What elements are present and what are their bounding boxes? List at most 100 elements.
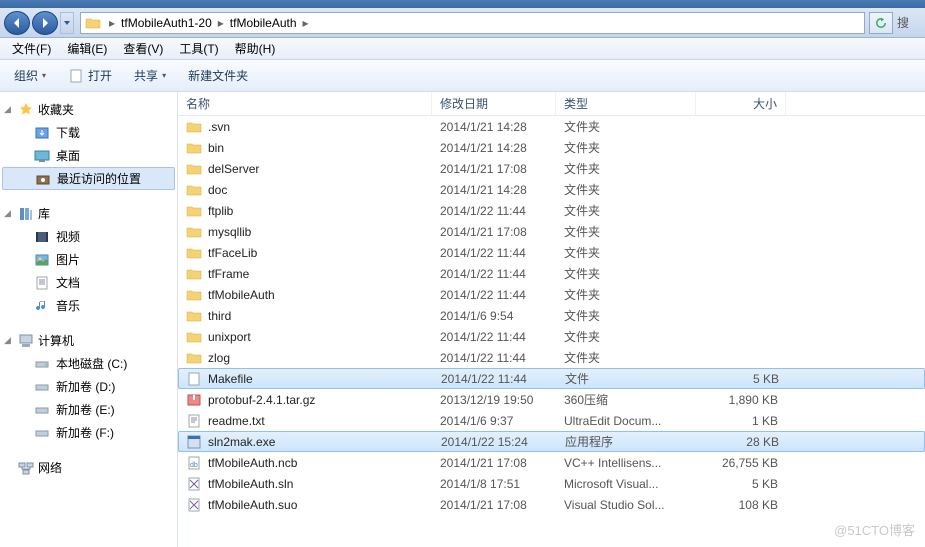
folder-icon	[186, 287, 202, 303]
nav-history-dropdown[interactable]	[60, 12, 74, 34]
file-row[interactable]: bin2014/1/21 14:28文件夹	[178, 137, 925, 158]
column-header-size[interactable]: 大小	[696, 92, 786, 115]
file-row[interactable]: protobuf-2.4.1.tar.gz2013/12/19 19:50360…	[178, 389, 925, 410]
share-button[interactable]: 共享▾	[128, 65, 172, 86]
menu-edit[interactable]: 编辑(E)	[61, 38, 113, 59]
chevron-down-icon: ▾	[42, 71, 46, 80]
sidebar-item-downloads[interactable]: 下载	[0, 121, 177, 144]
file-type: UltraEdit Docum...	[556, 414, 696, 428]
menu-tools[interactable]: 工具(T)	[173, 38, 224, 59]
file-name: tfMobileAuth	[208, 288, 275, 302]
sidebar-item-drive-d[interactable]: 新加卷 (D:)	[0, 375, 177, 398]
file-date: 2014/1/8 17:51	[432, 477, 556, 491]
folder-icon	[186, 308, 202, 324]
chevron-right-icon[interactable]: ▸	[299, 16, 313, 30]
breadcrumb-seg-1[interactable]: tfMobileAuth1-20	[119, 16, 214, 30]
file-name: unixport	[208, 330, 251, 344]
folder-icon	[186, 182, 202, 198]
sidebar-item-music[interactable]: 音乐	[0, 294, 177, 317]
sidebar-item-desktop[interactable]: 桌面	[0, 144, 177, 167]
file-type: 文件夹	[556, 223, 696, 240]
sidebar-item-drive-c[interactable]: 本地磁盘 (C:)	[0, 352, 177, 375]
file-row[interactable]: third2014/1/6 9:54文件夹	[178, 305, 925, 326]
music-icon	[34, 298, 50, 314]
file-row[interactable]: tfFaceLib2014/1/22 11:44文件夹	[178, 242, 925, 263]
address-bar[interactable]: ▸ tfMobileAuth1-20 ▸ tfMobileAuth ▸	[80, 12, 865, 34]
file-icon	[186, 371, 202, 387]
column-header-date[interactable]: 修改日期	[432, 92, 556, 115]
file-row[interactable]: ftplib2014/1/22 11:44文件夹	[178, 200, 925, 221]
desktop-icon	[34, 148, 50, 164]
file-row[interactable]: Makefile2014/1/22 11:44文件5 KB	[178, 368, 925, 389]
file-row[interactable]: unixport2014/1/22 11:44文件夹	[178, 326, 925, 347]
chevron-right-icon[interactable]: ▸	[105, 16, 119, 30]
menu-file[interactable]: 文件(F)	[6, 38, 57, 59]
refresh-button[interactable]	[869, 12, 893, 34]
file-row[interactable]: sln2mak.exe2014/1/22 15:24应用程序28 KB	[178, 431, 925, 452]
open-button[interactable]: 打开	[62, 65, 118, 86]
file-size: 108 KB	[696, 498, 786, 512]
sidebar-item-videos[interactable]: 视频	[0, 225, 177, 248]
menu-help[interactable]: 帮助(H)	[229, 38, 282, 59]
file-row[interactable]: tfMobileAuth2014/1/22 11:44文件夹	[178, 284, 925, 305]
sidebar-favorites-header[interactable]: ◢ 收藏夹	[0, 98, 177, 121]
refresh-icon	[875, 17, 887, 29]
command-bar: 组织▾ 打开 共享▾ 新建文件夹	[0, 60, 925, 92]
column-header-type[interactable]: 类型	[556, 92, 696, 115]
chevron-down-icon: ▾	[162, 71, 166, 80]
breadcrumb-seg-2[interactable]: tfMobileAuth	[228, 16, 299, 30]
sidebar-libraries-label: 库	[38, 205, 50, 222]
file-row[interactable]: mysqllib2014/1/21 17:08文件夹	[178, 221, 925, 242]
sln-icon	[186, 476, 202, 492]
exe-icon	[186, 434, 202, 450]
menu-view[interactable]: 查看(V)	[117, 38, 169, 59]
sidebar-item-documents[interactable]: 文档	[0, 271, 177, 294]
file-size: 5 KB	[696, 477, 786, 491]
new-folder-button[interactable]: 新建文件夹	[182, 65, 254, 86]
back-button[interactable]	[4, 11, 30, 35]
file-date: 2014/1/22 15:24	[433, 435, 557, 449]
file-row[interactable]: delServer2014/1/21 17:08文件夹	[178, 158, 925, 179]
file-row[interactable]: zlog2014/1/22 11:44文件夹	[178, 347, 925, 368]
file-row[interactable]: tfMobileAuth.suo2014/1/21 17:08Visual St…	[178, 494, 925, 515]
arrow-right-icon	[39, 17, 51, 29]
sidebar-item-pictures[interactable]: 图片	[0, 248, 177, 271]
file-date: 2014/1/22 11:44	[432, 288, 556, 302]
sidebar-libraries-header[interactable]: ◢ 库	[0, 202, 177, 225]
file-type: 文件夹	[556, 139, 696, 156]
content-area: ◢ 收藏夹 下载 桌面 最近访问的位置 ◢ 库 视频 图片 文档 音乐 ◢ 计算…	[0, 92, 925, 547]
forward-button[interactable]	[32, 11, 58, 35]
sidebar-item-drive-f[interactable]: 新加卷 (F:)	[0, 421, 177, 444]
file-row[interactable]: dbtfMobileAuth.ncb2014/1/21 17:08VC++ In…	[178, 452, 925, 473]
sidebar-item-drive-e[interactable]: 新加卷 (E:)	[0, 398, 177, 421]
sidebar-computer-header[interactable]: ◢ 计算机	[0, 329, 177, 352]
sidebar-item-label: 新加卷 (D:)	[56, 378, 115, 395]
sidebar-item-label: 新加卷 (F:)	[56, 424, 114, 441]
file-row[interactable]: doc2014/1/21 14:28文件夹	[178, 179, 925, 200]
chevron-right-icon[interactable]: ▸	[214, 16, 228, 30]
file-list: .svn2014/1/21 14:28文件夹bin2014/1/21 14:28…	[178, 116, 925, 515]
file-row[interactable]: tfMobileAuth.sln2014/1/8 17:51Microsoft …	[178, 473, 925, 494]
file-name: readme.txt	[208, 414, 265, 428]
organize-button[interactable]: 组织▾	[8, 65, 52, 86]
sidebar-item-recent[interactable]: 最近访问的位置	[2, 167, 175, 190]
file-type: Microsoft Visual...	[556, 477, 696, 491]
file-row[interactable]: .svn2014/1/21 14:28文件夹	[178, 116, 925, 137]
column-header-name[interactable]: 名称	[178, 92, 432, 115]
text-icon	[186, 413, 202, 429]
folder-icon	[186, 140, 202, 156]
downloads-icon	[34, 125, 50, 141]
navigation-pane: ◢ 收藏夹 下载 桌面 最近访问的位置 ◢ 库 视频 图片 文档 音乐 ◢ 计算…	[0, 92, 178, 547]
file-type: 文件夹	[556, 328, 696, 345]
search-box[interactable]: 搜	[897, 14, 921, 31]
watermark: @51CTO博客	[834, 520, 915, 539]
column-headers: 名称 修改日期 类型 大小	[178, 92, 925, 116]
file-row[interactable]: tfFrame2014/1/22 11:44文件夹	[178, 263, 925, 284]
file-row[interactable]: readme.txt2014/1/6 9:37UltraEdit Docum..…	[178, 410, 925, 431]
sidebar-network-header[interactable]: 网络	[0, 456, 177, 479]
file-date: 2014/1/21 17:08	[432, 498, 556, 512]
sidebar-item-label: 本地磁盘 (C:)	[56, 355, 127, 372]
file-icon	[68, 68, 84, 84]
sidebar-item-label: 新加卷 (E:)	[56, 401, 115, 418]
file-size: 1,890 KB	[696, 393, 786, 407]
